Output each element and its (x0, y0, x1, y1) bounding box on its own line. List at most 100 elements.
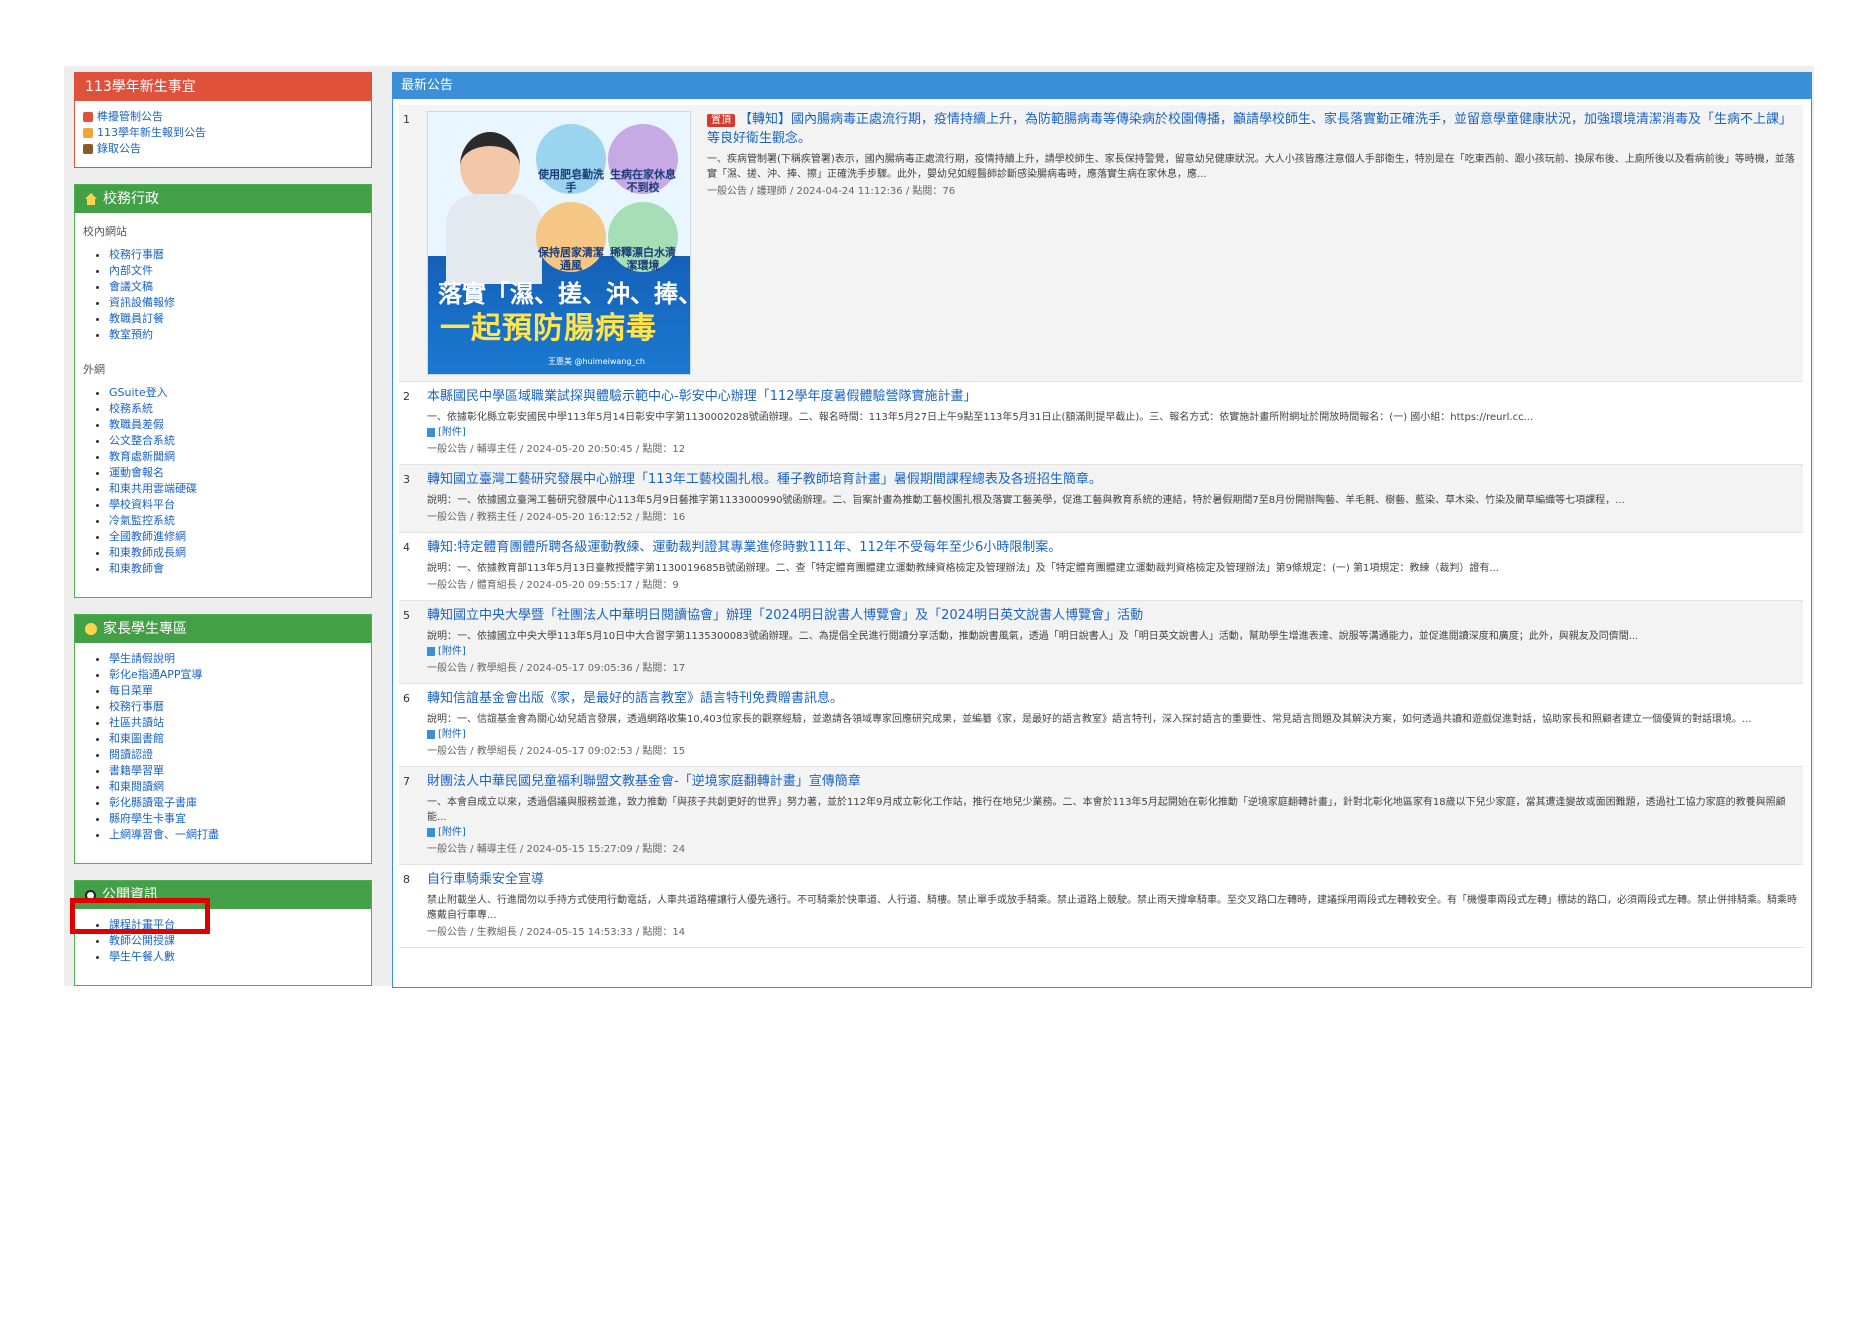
file-icon (427, 828, 435, 837)
parents-panel: 家長學生專區 學生請假說明 彰化e指通APP宣導 每日菜單 校務行事曆 社區共讀… (74, 614, 372, 864)
parents-links: 學生請假說明 彰化e指通APP宣導 每日菜單 校務行事曆 社區共讀站 和東圖書館… (83, 651, 363, 843)
poster-circle-label: 保持居家清潔通風 (538, 246, 604, 272)
poster-circle-label: 生病在家休息不到校 (610, 168, 676, 194)
poster-line1: 落實「濕、搓、沖、捧、擦」 (438, 280, 690, 308)
parents-panel-header: 家長學生專區 (75, 615, 371, 643)
attachment-link[interactable]: [附件] (427, 644, 1799, 659)
item-number: 8 (403, 873, 410, 886)
item-desc: 說明：一、信誼基金會為關心幼兒語言發展，透過網路收集10,403位家長的觀察經驗… (427, 714, 1752, 725)
list-item[interactable]: 和東閱讀網 (109, 779, 363, 795)
list-item[interactable]: 內部文件 (109, 263, 363, 279)
list-item[interactable]: 榫擾管制公告 (83, 109, 363, 125)
item-meta: 一般公告 / 輔導主任 / 2024-05-15 15:27:09 / 點閱：2… (427, 844, 686, 855)
poster-circle-label: 稀釋漂白水清潔環境 (610, 246, 676, 272)
item-meta: 一般公告 / 護理師 / 2024-04-24 11:12:36 / 點閱：76 (707, 186, 956, 197)
announcement-item: 8 自行車騎乘安全宣導 禁止附載坐人、行進間勿以手持方式使用行動電話，人車共道路… (399, 865, 1803, 948)
item-desc: 一、依據彰化縣立彰安國民中學113年5月14日彰安中字第1130002028號函… (427, 412, 1534, 423)
list-item[interactable]: 教室預約 (109, 327, 363, 343)
admin-panel: 校務行政 校內網站 校務行事曆 內部文件 會議文稿 資訊設備報修 教職員訂餐 教… (74, 184, 372, 598)
announcement-item: 7 財團法人中華民國兒童福利聯盟文教基金會-「逆境家庭翻轉計畫」宣傳簡章 一、本… (399, 767, 1803, 865)
list-item[interactable]: 上網導習會、一網打盡 (109, 827, 363, 843)
list-item[interactable]: 彰化e指通APP宣導 (109, 667, 363, 683)
attachment-link[interactable]: [附件] (427, 425, 1799, 440)
item-number: 2 (403, 390, 410, 403)
list-item[interactable]: 錄取公告 (83, 141, 363, 157)
announcement-item: 4 轉知:特定體育團體所聘各級運動教練、運動裁判證其專業進修時數111年、112… (399, 533, 1803, 601)
item-desc: 禁止附載坐人、行進間勿以手持方式使用行動電話，人車共道路權讓行人優先通行。不可騎… (427, 895, 1797, 921)
item-title[interactable]: 自行車騎乘安全宣導 (427, 871, 1799, 889)
newstudent-panel-header: 113學年新生事宜 (75, 73, 371, 101)
list-item[interactable]: 教職員訂餐 (109, 311, 363, 327)
list-item[interactable]: 教師公開授課 (109, 933, 363, 949)
item-number: 1 (403, 113, 410, 126)
list-item[interactable]: GSuite登入 (109, 385, 363, 401)
poster-image[interactable]: 使用肥皂勤洗手 生病在家休息不到校 保持居家清潔通風 稀釋漂白水清潔環境 落實「… (427, 111, 691, 375)
list-item[interactable]: 學校資料平台 (109, 497, 363, 513)
item-meta: 一般公告 / 體育組長 / 2024-05-20 09:55:17 / 點閱：9 (427, 580, 679, 591)
internal-links: 校務行事曆 內部文件 會議文稿 資訊設備報修 教職員訂餐 教室預約 (83, 247, 363, 343)
item-number: 7 (403, 775, 410, 788)
list-item[interactable]: 113學年新生報到公告 (83, 125, 363, 141)
announcement-list: 1 使用肥皂勤洗手 生病在家休息不到校 保持居家清潔通風 稀釋漂白水清潔環境 落… (399, 105, 1803, 948)
file-icon (427, 428, 435, 437)
list-item[interactable]: 學生請假說明 (109, 651, 363, 667)
external-links: GSuite登入 校務系統 教職員差假 公文整合系統 教育處新聞網 運動會報名 … (83, 385, 363, 577)
list-item[interactable]: 全國教師進修網 (109, 529, 363, 545)
item-title[interactable]: 本縣國民中學區域職業試探與體驗示範中心-彰安中心辦理「112學年度暑假體驗營隊實… (427, 388, 1799, 406)
item-title[interactable]: 轉知:特定體育團體所聘各級運動教練、運動裁判證其專業進修時數111年、112年不… (427, 539, 1799, 557)
list-item[interactable]: 教職員差假 (109, 417, 363, 433)
attachment-link[interactable]: [附件] (427, 825, 1799, 840)
list-item[interactable]: 和東共用雲端硬碟 (109, 481, 363, 497)
list-item[interactable]: 社區共讀站 (109, 715, 363, 731)
announcements-panel: 最新公告 1 使用肥皂勤洗手 生病在家休息不到校 保持居家清潔通風 稀釋漂白水清… (392, 72, 1812, 988)
item-meta: 一般公告 / 教學組長 / 2024-05-17 09:05:36 / 點閱：1… (427, 663, 686, 674)
list-item[interactable]: 閱讀認證 (109, 747, 363, 763)
list-item[interactable]: 冷氣監控系統 (109, 513, 363, 529)
list-item[interactable]: 書籍學習單 (109, 763, 363, 779)
item-desc: 一、本會自成立以來，透過倡議與服務並進，致力推動「與孩子共創更好的世界」努力著，… (427, 797, 1786, 823)
attachment-link[interactable]: [附件] (427, 727, 1799, 742)
item-title[interactable]: 轉知信誼基金會出版《家，是最好的語言教室》語言特刊免費贈書訊息。 (427, 690, 1799, 708)
item-number: 4 (403, 541, 410, 554)
item-meta: 一般公告 / 教務主任 / 2024-05-20 16:12:52 / 點閱：1… (427, 512, 686, 523)
list-item[interactable]: 和東教師會 (109, 561, 363, 577)
item-title[interactable]: 財團法人中華民國兒童福利聯盟文教基金會-「逆境家庭翻轉計畫」宣傳簡章 (427, 773, 1799, 791)
list-item[interactable]: 校務行事曆 (109, 699, 363, 715)
item-meta: 一般公告 / 教學組長 / 2024-05-17 09:02:53 / 點閱：1… (427, 746, 686, 757)
announcements-header: 最新公告 (393, 73, 1811, 99)
list-item[interactable]: 運動會報名 (109, 465, 363, 481)
highlight-box (70, 898, 210, 934)
house-icon (85, 193, 97, 205)
notice-icon (83, 112, 93, 122)
item-title[interactable]: 置頂 【轉知】國內腸病毒正處流行期，疫情持續上升，為防範腸病毒等傳染病於校園傳播，… (707, 111, 1799, 148)
list-item[interactable]: 彰化縣讀電子書庫 (109, 795, 363, 811)
announcement-item: 3 轉知國立臺灣工藝研究發展中心辦理「113年工藝校園扎根。種子教師培育計畫」暑… (399, 465, 1803, 533)
external-label: 外網 (83, 363, 105, 376)
admin-panel-header: 校務行政 (75, 185, 371, 213)
hand-icon (83, 128, 93, 138)
item-title[interactable]: 轉知國立臺灣工藝研究發展中心辦理「113年工藝校園扎根。種子教師培育計畫」暑假期… (427, 471, 1799, 489)
sidebar: 113學年新生事宜 榫擾管制公告 113學年新生報到公告 錄取公告 校務行政 校… (74, 72, 372, 1002)
item-meta: 一般公告 / 輔導主任 / 2024-05-20 20:50:45 / 點閱：1… (427, 444, 686, 455)
internal-label: 校內網站 (83, 225, 127, 238)
list-item[interactable]: 校務行事曆 (109, 247, 363, 263)
list-item[interactable]: 每日菜單 (109, 683, 363, 699)
pinned-badge: 置頂 (707, 114, 735, 127)
item-desc: 一、疾病管制署(下稱疾管署)表示，國內腸病毒正處流行期，疫情持續上升，請學校師生… (707, 154, 1795, 180)
list-item[interactable]: 會議文稿 (109, 279, 363, 295)
parents-title: 家長學生專區 (103, 621, 187, 637)
list-item[interactable]: 資訊設備報修 (109, 295, 363, 311)
list-item[interactable]: 縣府學生卡事宜 (109, 811, 363, 827)
list-item[interactable]: 和東圖書館 (109, 731, 363, 747)
item-title[interactable]: 轉知國立中央大學暨「社團法人中華明日閱讀協會」辦理「2024明日說書人博覽會」及… (427, 607, 1799, 625)
list-item[interactable]: 教育處新聞網 (109, 449, 363, 465)
item-number: 5 (403, 609, 410, 622)
list-item[interactable]: 和東教師成長網 (109, 545, 363, 561)
item-desc: 說明：一、依據國立臺灣工藝研究發展中心113年5月9日藝推字第113300099… (427, 495, 1625, 506)
list-item[interactable]: 學生午餐人數 (109, 949, 363, 965)
file-icon (427, 730, 435, 739)
list-item[interactable]: 校務系統 (109, 401, 363, 417)
newstudent-title: 113學年新生事宜 (85, 79, 196, 95)
item-number: 3 (403, 473, 410, 486)
list-item[interactable]: 公文整合系統 (109, 433, 363, 449)
